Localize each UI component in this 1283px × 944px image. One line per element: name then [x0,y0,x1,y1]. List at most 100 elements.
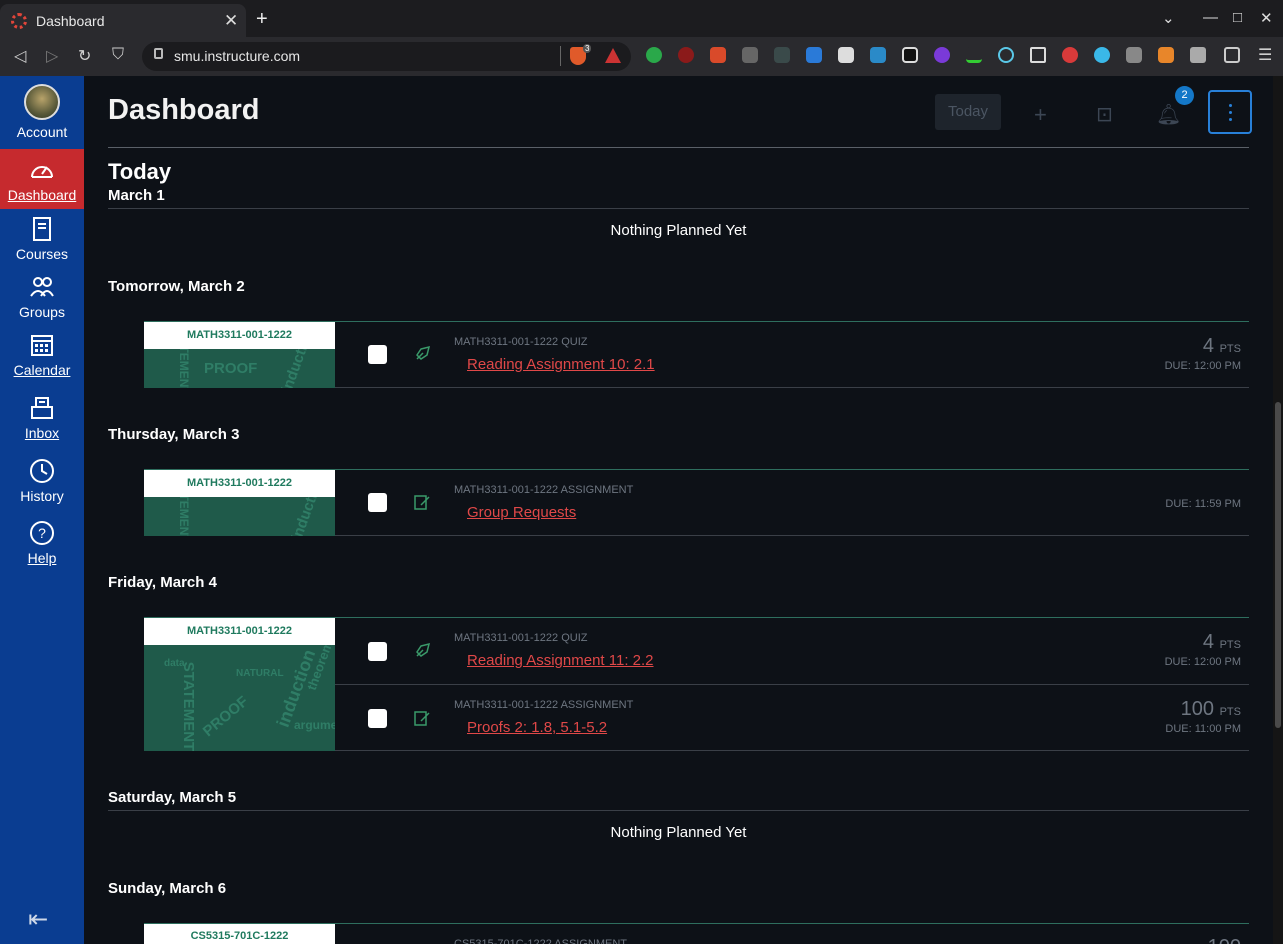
notification-badge: 2 [1175,86,1194,105]
complete-checkbox[interactable] [368,345,387,364]
ext-noimg-icon[interactable] [838,47,854,63]
quiz-rocket-icon [416,345,431,360]
ext-cube-icon[interactable] [1126,47,1142,63]
browser-tab[interactable]: Dashboard ✕ [0,4,246,37]
dashboard-gauge-icon [31,166,53,178]
back-icon[interactable]: ◁ [14,46,26,66]
ext-metamask-icon[interactable] [1158,47,1174,63]
course-name: CS5315-701C-1222 [144,924,335,944]
item-title-link[interactable]: Proofs 2: 1.8, 5.1-5.2 [467,719,607,736]
tile-word: argument [294,718,335,732]
ext-window-icon[interactable] [1030,47,1046,63]
address-bar[interactable]: smu.instructure.com 3 [142,42,631,71]
main-content: Dashboard Today + ⊡ 🔔︎ 2 Today March 1 N… [84,76,1273,944]
nav-inbox[interactable]: Inbox [0,395,84,445]
nav-dashboard[interactable]: Dashboard [0,149,84,209]
tab-search-icon[interactable]: ⌄ [1162,9,1175,27]
planner-card: STATEMENT induction PROOF argument theor… [144,617,1249,751]
complete-checkbox[interactable] [368,642,387,661]
today-button[interactable]: Today [935,94,1001,130]
course-name: MATH3311-001-1222 [144,618,335,645]
day-heading: Tomorrow, March 2 [108,278,245,295]
course-tile[interactable]: STATEMENT induction PROOF MATH3311-001-1… [144,322,335,388]
ext-react-icon[interactable] [998,47,1014,63]
quiz-rocket-icon [416,642,431,657]
nav-help[interactable]: ? Help [0,520,84,570]
new-tab-icon[interactable]: + [256,9,268,29]
nothing-planned-text: Nothing Planned Yet [610,222,747,239]
ext-tracker-icon[interactable] [902,47,918,63]
nav-groups[interactable]: Groups [0,274,84,324]
nav-courses[interactable]: Courses [0,216,84,266]
ext-e-icon[interactable] [710,47,726,63]
planner-card: STATEMENT induction PROOF MATH3311-001-1… [144,321,1249,388]
collapse-nav-icon[interactable]: ⇤ [28,905,48,934]
ext-card-icon[interactable] [774,47,790,63]
reload-icon[interactable]: ↻ [78,46,91,66]
page-scrollbar[interactable] [1273,76,1283,944]
item-kind: MATH3311-001-1222 QUIZ [454,632,588,644]
nav-history[interactable]: History [0,458,84,508]
nav-help-label: Help [27,550,57,566]
item-points: 100 PTS [1180,698,1241,720]
ext-camera-icon[interactable] [870,47,886,63]
minimize-icon[interactable]: — [1203,9,1218,26]
more-options-button[interactable] [1208,90,1252,134]
ext-fi-icon[interactable] [806,47,822,63]
nav-dashboard-label: Dashboard [7,187,77,203]
ext-grammar-icon[interactable] [646,47,662,63]
day-date-today: March 1 [108,187,165,204]
global-nav-sidebar: Account Dashboard Courses Groups Calenda… [0,76,84,944]
url-text: smu.instructure.com [174,48,301,64]
add-todo-icon[interactable]: + [1034,102,1047,128]
svg-text:?: ? [38,525,46,541]
close-window-icon[interactable]: ✕ [1260,9,1273,27]
show-completed-icon[interactable]: ⊡ [1096,102,1113,127]
day-heading: Sunday, March 6 [108,880,227,897]
complete-checkbox[interactable] [368,493,387,512]
ext-bw-icon[interactable] [966,47,982,63]
notifications-bell-icon[interactable]: 🔔︎ [1156,102,1181,127]
item-due: DUE: 11:59 PM [1165,498,1241,510]
extensions-puzzle-icon[interactable] [1190,47,1206,63]
nav-history-label: History [20,488,64,504]
nav-account[interactable]: Account [0,84,84,146]
wallet-icon[interactable] [1224,47,1240,63]
complete-checkbox[interactable] [368,709,387,728]
item-title-link[interactable]: Reading Assignment 11: 2.2 [467,652,654,669]
help-question-icon: ? [30,521,54,545]
tile-word: PROOF [199,692,252,741]
ext-mask-icon[interactable] [1094,47,1110,63]
item-kind: MATH3311-001-1222 ASSIGNMENT [454,699,634,711]
ext-purple-icon[interactable] [934,47,950,63]
item-title-link[interactable]: Group Requests [467,504,576,521]
nav-inbox-label: Inbox [24,425,60,441]
scroll-thumb[interactable] [1275,402,1281,728]
maximize-icon[interactable]: □ [1233,9,1242,26]
ext-red-icon[interactable] [1062,47,1078,63]
planner-card: STATEMENT induction MATH3311-001-1222 MA… [144,469,1249,536]
header-divider [108,147,1249,148]
brave-rewards-icon[interactable] [605,48,621,63]
close-tab-icon[interactable]: ✕ [224,11,238,31]
lock-icon [154,48,163,59]
course-tile[interactable]: CS5315-701C-1222 [144,924,335,944]
ext-notes-icon[interactable] [742,47,758,63]
forward-icon[interactable]: ▷ [46,46,58,66]
course-tile[interactable]: STATEMENT induction MATH3311-001-1222 [144,470,335,536]
browser-menu-icon[interactable]: ☰ [1258,45,1272,65]
item-title-link[interactable]: Reading Assignment 10: 2.1 [467,356,655,373]
nothing-planned-text: Nothing Planned Yet [610,824,747,841]
planner-item: CS5315-701C-1222 ASSIGNMENT 100 [335,924,1249,944]
day-heading: Thursday, March 3 [108,426,240,443]
item-kind: MATH3311-001-1222 QUIZ [454,336,588,348]
bookmark-icon[interactable]: ⛉ [112,46,124,64]
course-tile[interactable]: STATEMENT induction PROOF argument theor… [144,618,335,751]
assignment-icon [414,711,430,726]
nav-calendar[interactable]: Calendar [0,332,84,382]
ext-ublock-icon[interactable] [678,47,694,63]
item-kind: MATH3311-001-1222 ASSIGNMENT [454,484,634,496]
item-due: DUE: 12:00 PM [1164,656,1241,668]
tile-word: NATURAL [236,668,284,679]
day-heading-today: Today [108,159,172,184]
